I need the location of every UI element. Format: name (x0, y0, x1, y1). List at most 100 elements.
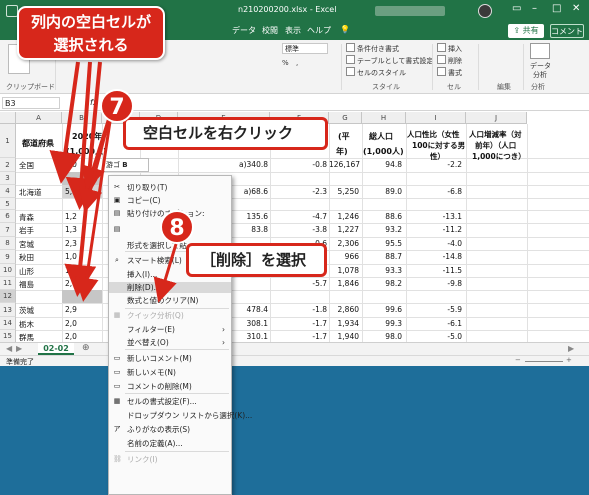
context-menu-item-0[interactable]: ✂ 切り取り(T) (109, 182, 231, 193)
number-format-select[interactable]: 標準 (282, 43, 328, 54)
cell-b13[interactable]: 2,9 (65, 305, 77, 314)
row-header-12[interactable]: 12 (0, 290, 16, 303)
cell-g14[interactable]: 1,934 (329, 319, 359, 328)
mini-toolbar[interactable]: 游ゴ B (103, 158, 149, 172)
cell-e2[interactable]: a)340.8 (178, 160, 268, 169)
cell-f15[interactable]: -1.7 (270, 332, 327, 341)
row-header-2[interactable]: 2 (0, 158, 16, 172)
context-menu-item-12[interactable]: ▭ 新しいコメント(M) (109, 353, 231, 364)
cell-a11[interactable]: 福島 (19, 279, 34, 290)
tab-nav-left-icon[interactable]: ◀ (6, 344, 12, 353)
column-header-a[interactable]: A (16, 112, 62, 124)
context-menu-item-9[interactable]: ▦ クイック分析(Q) (109, 310, 231, 321)
zoom-slider[interactable] (525, 361, 563, 362)
row-header-11[interactable]: 11 (0, 277, 16, 290)
select-all-corner[interactable] (0, 112, 16, 124)
cell-h10[interactable]: 93.3 (362, 266, 402, 275)
row-header-1[interactable]: 1 (0, 124, 16, 158)
comma-button[interactable]: , (296, 59, 298, 67)
cell-b11[interactable]: 2,0 (65, 279, 77, 288)
ribbon-options-icon[interactable]: ▭ (512, 3, 521, 14)
context-menu-item-15[interactable]: ▦ セルの書式設定(F)... (109, 396, 231, 407)
cell-b15[interactable]: 2,0 (65, 332, 77, 341)
cell-g8[interactable]: 2,306 (329, 239, 359, 248)
cell-a13[interactable]: 茨城 (19, 305, 34, 316)
cell-h14[interactable]: 99.3 (362, 319, 402, 328)
cell-a4[interactable]: 北海道 (19, 187, 42, 198)
data-analysis-label2[interactable]: 分析 (533, 70, 547, 80)
cell-g13[interactable]: 2,860 (329, 305, 359, 314)
context-menu-item-11[interactable]: 並べ替え(O) › (109, 337, 231, 348)
minimize-icon[interactable]: – (532, 3, 537, 14)
table-format-button[interactable]: テーブルとして書式設定 (346, 55, 433, 66)
row-header-5[interactable]: 5 (0, 198, 16, 210)
zoom-plus-icon[interactable]: + (566, 356, 572, 364)
data-analysis-icon[interactable] (530, 43, 550, 59)
row-header-6[interactable]: 6 (0, 210, 16, 223)
add-sheet-icon[interactable]: ⊕ (82, 343, 90, 353)
row-header-7[interactable]: 7 (0, 223, 16, 237)
cell-b8[interactable]: 2,3 (65, 239, 77, 248)
cell-h9[interactable]: 88.7 (362, 252, 402, 261)
cell-g10[interactable]: 1,078 (329, 266, 359, 275)
row-header-4[interactable]: 4 (0, 185, 16, 198)
row-header-14[interactable]: 14 (0, 317, 16, 330)
context-menu-item-13[interactable]: ▭ 新しいメモ(N) (109, 367, 231, 378)
cell-f2[interactable]: -0.8 (270, 160, 327, 169)
cell-f11[interactable]: -5.7 (270, 279, 327, 288)
column-header-h[interactable]: H (362, 112, 406, 124)
context-menu-item-18[interactable]: 名前の定義(A)... (109, 438, 231, 449)
name-box[interactable]: B3 (2, 97, 60, 109)
cell-i2[interactable]: -2.2 (406, 160, 462, 169)
cell-b2[interactable]: 2,0 (65, 160, 77, 169)
column-header-j[interactable]: J (466, 112, 527, 124)
tab-nav-right-icon[interactable]: ▶ (16, 344, 22, 353)
cell-b7[interactable]: 1,3 (65, 225, 77, 234)
cell-h8[interactable]: 95.5 (362, 239, 402, 248)
insert-button[interactable]: 挿入 (437, 43, 462, 54)
cell-i7[interactable]: -11.2 (406, 225, 462, 234)
context-menu-item-8[interactable]: 数式と値のクリア(N) (109, 295, 231, 306)
cell-b4[interactable]: 5,5 (65, 187, 77, 196)
cell-h13[interactable]: 99.6 (362, 305, 402, 314)
cell-i8[interactable]: -4.0 (406, 239, 462, 248)
cell-b10[interactable]: 1,1 (65, 266, 77, 275)
delete-button[interactable]: 削除 (437, 55, 462, 66)
close-icon[interactable]: ✕ (572, 3, 580, 14)
avatar[interactable] (478, 4, 492, 18)
row-header-8[interactable]: 8 (0, 237, 16, 250)
cell-h7[interactable]: 93.2 (362, 225, 402, 234)
cell-f4[interactable]: -2.3 (270, 187, 327, 196)
fx-icon[interactable]: fx (90, 98, 98, 107)
percent-button[interactable]: % (282, 59, 289, 67)
cell-f7[interactable]: -3.8 (270, 225, 327, 234)
cell-g9[interactable]: 966 (329, 252, 359, 261)
cell-g6[interactable]: 1,246 (329, 212, 359, 221)
cell-g4[interactable]: 5,250 (329, 187, 359, 196)
context-menu-item-1[interactable]: ▣ コピー(C) (109, 195, 231, 206)
cell-f6[interactable]: -4.7 (270, 212, 327, 221)
tab-02-02[interactable]: 02-02 (38, 343, 74, 355)
selected-blank-cell-b12[interactable] (62, 290, 102, 303)
cell-h11[interactable]: 98.2 (362, 279, 402, 288)
cell-i15[interactable]: -5.0 (406, 332, 462, 341)
column-header-b[interactable]: B (62, 112, 102, 124)
selected-blank-cell[interactable] (62, 172, 102, 185)
comment-button[interactable]: コメント (550, 24, 584, 38)
cell-a10[interactable]: 山形 (19, 266, 34, 277)
cell-a7[interactable]: 岩手 (19, 225, 34, 236)
column-header-i[interactable]: I (406, 112, 466, 124)
cell-style-button[interactable]: セルのスタイル (346, 67, 406, 78)
cell-b14[interactable]: 2,0 (65, 319, 77, 328)
cell-f13[interactable]: -1.8 (270, 305, 327, 314)
cell-h4[interactable]: 89.0 (362, 187, 402, 196)
cell-i6[interactable]: -13.1 (406, 212, 462, 221)
context-menu-item-17[interactable]: アふりがなの表示(S) (109, 424, 231, 435)
menu-view[interactable]: 表示 (285, 25, 301, 36)
mini-font[interactable]: 游ゴ (106, 161, 120, 169)
cell-i13[interactable]: -5.9 (406, 305, 462, 314)
maximize-icon[interactable]: □ (552, 3, 561, 14)
lightbulb-icon[interactable]: 💡 (340, 25, 350, 34)
menu-review[interactable]: 校閲 (262, 25, 278, 36)
context-menu-item-10[interactable]: フィルター(E) › (109, 324, 231, 335)
